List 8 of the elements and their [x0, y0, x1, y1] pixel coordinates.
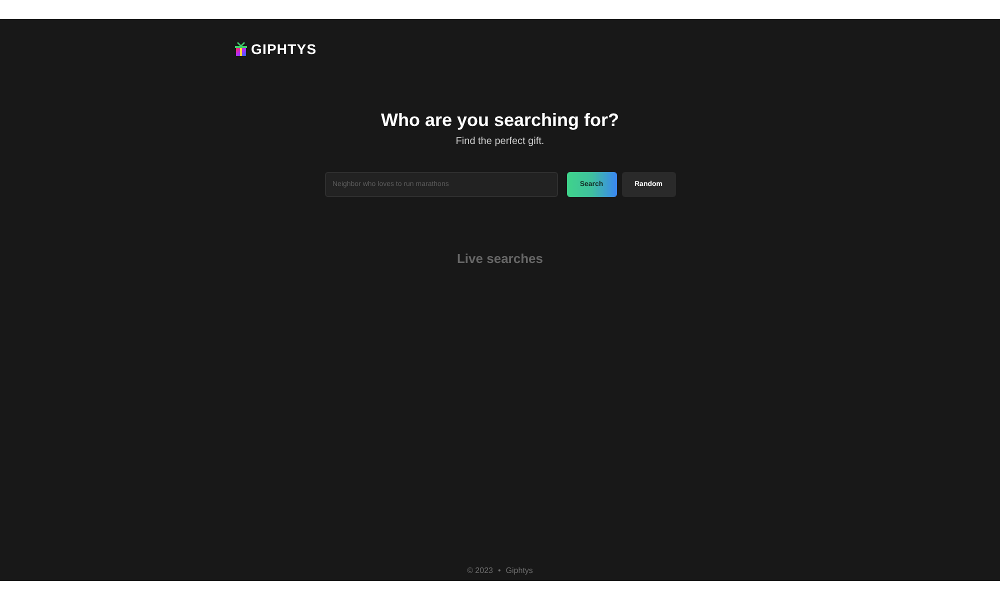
gift-icon	[235, 42, 247, 56]
footer-text: •	[498, 565, 501, 577]
logo-text[interactable]: GIPHTYS	[251, 42, 317, 56]
page-subtitle: Find the perfect gift.	[456, 135, 544, 149]
footer-text: Giphtys	[506, 565, 533, 577]
page-title: Who are you searching for?	[380, 109, 620, 132]
live-searches-heading: Live searches	[456, 250, 543, 268]
footer-text: © 2023	[467, 565, 493, 577]
